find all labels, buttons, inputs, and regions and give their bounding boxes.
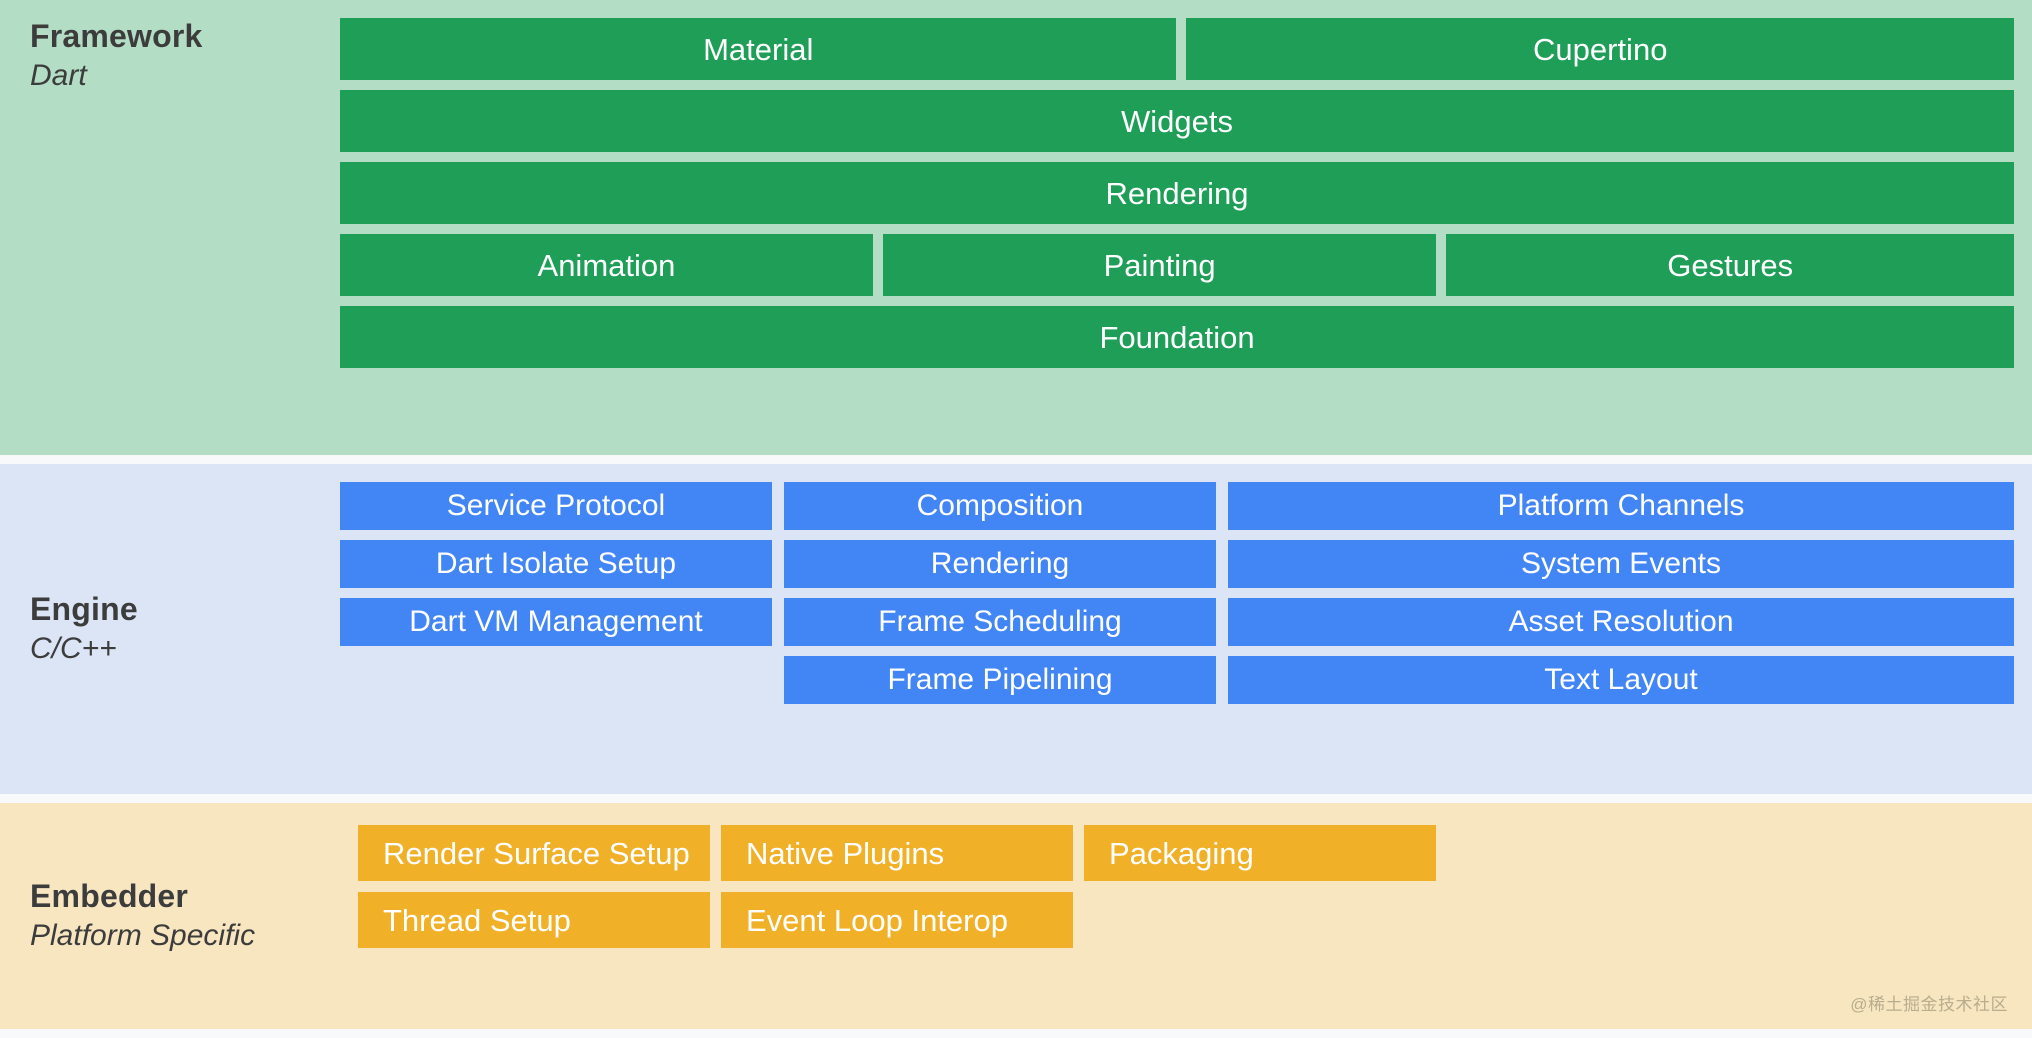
layer-engine: Engine C/C++ Service Protocol Dart Isola… [0, 464, 2032, 794]
framework-box-rendering[interactable]: Rendering [340, 162, 2014, 224]
engine-box-dart-isolate-setup[interactable]: Dart Isolate Setup [340, 540, 772, 588]
framework-box-gestures[interactable]: Gestures [1446, 234, 2015, 296]
engine-title: Engine [30, 590, 138, 627]
embedder-rows: Render Surface Setup Native Plugins Pack… [340, 825, 2014, 948]
framework-row: Material Cupertino [340, 18, 2014, 80]
embedder-box-native-plugins[interactable]: Native Plugins [721, 825, 1073, 881]
watermark: @稀土掘金技术社区 [1850, 995, 2008, 1014]
framework-row: Foundation [340, 306, 2014, 368]
engine-box-system-events[interactable]: System Events [1228, 540, 2014, 588]
embedder-box-thread-setup[interactable]: Thread Setup [358, 892, 710, 948]
engine-column-2: Composition Rendering Frame Scheduling F… [784, 482, 1216, 704]
framework-content: Material Cupertino Widgets Rendering Ani… [340, 18, 2015, 437]
embedder-row: Render Surface Setup Native Plugins Pack… [358, 825, 2014, 881]
engine-column-1: Service Protocol Dart Isolate Setup Dart… [340, 482, 772, 646]
embedder-title: Embedder [30, 877, 189, 914]
engine-content: Service Protocol Dart Isolate Setup Dart… [340, 482, 2014, 776]
framework-box-animation[interactable]: Animation [340, 234, 873, 296]
framework-rows: Material Cupertino Widgets Rendering Ani… [340, 18, 2015, 368]
engine-box-platform-channels[interactable]: Platform Channels [1228, 482, 2014, 530]
engine-box-frame-scheduling[interactable]: Frame Scheduling [784, 598, 1216, 646]
embedder-box-event-loop-interop[interactable]: Event Loop Interop [721, 892, 1073, 948]
engine-box-composition[interactable]: Composition [784, 482, 1216, 530]
framework-box-foundation[interactable]: Foundation [340, 306, 2014, 368]
framework-box-material[interactable]: Material [340, 18, 1177, 80]
framework-row: Animation Painting Gestures [340, 234, 2015, 296]
embedder-subtitle: Platform Specific [30, 918, 256, 952]
engine-subtitle: C/C++ [30, 631, 117, 665]
framework-box-cupertino[interactable]: Cupertino [1186, 18, 2014, 80]
engine-column-3: Platform Channels System Events Asset Re… [1228, 482, 2014, 704]
layer-framework: Framework Dart Material Cupertino Widget… [0, 0, 2032, 455]
framework-title: Framework [30, 18, 203, 54]
framework-subtitle: Dart [30, 58, 87, 92]
framework-box-painting[interactable]: Painting [882, 234, 1437, 296]
engine-columns: Service Protocol Dart Isolate Setup Dart… [340, 482, 2014, 704]
embedder-row: Thread Setup Event Loop Interop [358, 892, 2014, 948]
framework-row: Rendering [340, 162, 2014, 224]
flutter-architecture-diagram: Framework Dart Material Cupertino Widget… [0, 0, 2032, 1038]
embedder-content: Render Surface Setup Native Plugins Pack… [340, 825, 2014, 1007]
engine-box-asset-resolution[interactable]: Asset Resolution [1228, 598, 2014, 646]
framework-box-widgets[interactable]: Widgets [340, 90, 2014, 152]
engine-box-frame-pipelining[interactable]: Frame Pipelining [784, 656, 1216, 704]
embedder-box-render-surface-setup[interactable]: Render Surface Setup [358, 825, 710, 881]
engine-label-block: Engine C/C++ [0, 482, 340, 776]
embedder-box-packaging[interactable]: Packaging [1084, 825, 1436, 881]
engine-box-dart-vm-management[interactable]: Dart VM Management [340, 598, 772, 646]
engine-box-text-layout[interactable]: Text Layout [1228, 656, 2014, 704]
engine-box-service-protocol[interactable]: Service Protocol [340, 482, 772, 530]
engine-box-rendering[interactable]: Rendering [784, 540, 1216, 588]
layer-embedder: Embedder Platform Specific Render Surfac… [0, 803, 2032, 1029]
embedder-label-block: Embedder Platform Specific [0, 825, 340, 1007]
framework-label-block: Framework Dart [0, 18, 340, 437]
framework-row: Widgets [340, 90, 2014, 152]
